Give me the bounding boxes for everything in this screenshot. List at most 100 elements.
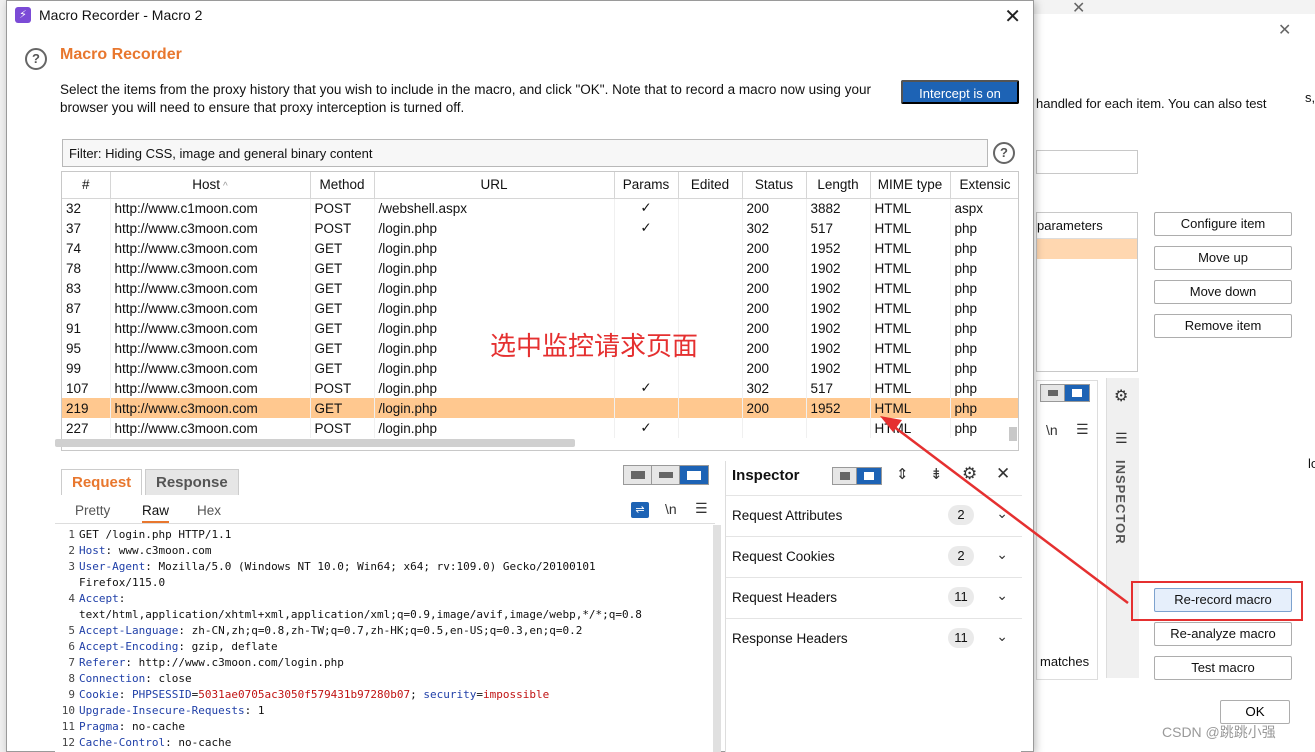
column-header[interactable]: Extensic [950,172,1018,199]
inspector-split-icon[interactable] [833,468,857,484]
inspector-section[interactable]: Request Cookies 2 ⌄ [726,536,1022,576]
column-header[interactable]: Length [806,172,871,199]
chevron-down-icon[interactable]: ⌄ [996,546,1008,563]
column-header[interactable]: # [62,172,111,199]
code-token: : http://www.c3moon.com/login.php [125,656,344,669]
table-row[interactable]: 83 http://www.c3moon.com GET/login.php 200 1… [62,278,1018,298]
menu-icon[interactable]: ☰ [695,500,708,517]
table-row[interactable]: 227 http://www.c3moon.com POST/login.php ✓ H… [62,418,1018,438]
background-input[interactable] [1036,150,1138,174]
expand-icon[interactable]: ⇕ [896,465,909,483]
cell-host: http://www.c3moon.com [110,298,311,318]
filter-bar[interactable]: Filter: Hiding CSS, image and general bi… [62,139,988,167]
table-row[interactable]: 32 http://www.c1moon.com POST/webshell.asp… [62,198,1018,218]
close-icon[interactable]: ✕ [1004,4,1021,29]
intercept-toggle-button[interactable]: Intercept is on [901,80,1019,104]
cell-mime: HTML [870,418,951,438]
move-up-button[interactable]: Move up [1154,246,1292,270]
code-token: Accept-Language [79,624,179,637]
table-row[interactable]: 37 http://www.c3moon.com POST/login.php ✓ 30… [62,218,1018,238]
move-down-button[interactable]: Move down [1154,280,1292,304]
menu-icon[interactable]: ☰ [1115,430,1128,447]
cell-status: 200 [742,238,807,258]
column-header[interactable]: MIME type [870,172,951,199]
line-number: 1 [68,528,75,541]
table-row[interactable]: 219 http://www.c3moon.com GET/login.php 200… [62,398,1018,418]
gear-icon[interactable]: ⚙ [962,464,977,484]
divider [55,523,715,524]
inspector-section-label: Response Headers [732,631,848,646]
chevron-down-icon[interactable]: ⌄ [996,505,1008,522]
subtab-raw[interactable]: Raw [142,503,170,523]
column-header[interactable]: Params [614,172,679,199]
column-header[interactable]: Edited [678,172,743,199]
cell-status: 302 [742,218,807,238]
subtab-pretty[interactable]: Pretty [75,503,110,518]
tab-response[interactable]: Response [145,469,239,495]
inspector-section[interactable]: Request Headers 11 ⌄ [726,577,1022,617]
code-line: 3 User-Agent: Mozilla/5.0 (Windows NT 10.… [55,559,705,575]
close-icon[interactable]: ✕ [996,464,1010,484]
cell-id: 74 [62,238,111,258]
tab-request[interactable]: Request [61,469,143,495]
cell-length: 3882 [806,198,871,218]
re-analyze-macro-button[interactable]: Re-analyze macro [1154,622,1292,646]
line-number: 9 [68,688,75,701]
re-record-macro-button[interactable]: Re-record macro [1154,588,1292,612]
code-token: : 1 [244,704,265,717]
column-header[interactable]: URL [374,172,615,199]
table-row[interactable]: 74 http://www.c3moon.com GET/login.php 200 1… [62,238,1018,258]
inspector-section[interactable]: Response Headers 11 ⌄ [726,618,1022,658]
split-horizontal-icon[interactable] [624,466,652,484]
close-icon[interactable]: ✕ [1278,20,1291,40]
background-view-toggle[interactable] [1040,384,1090,402]
configure-item-button[interactable]: Configure item [1154,212,1292,236]
column-header[interactable]: Status [742,172,807,199]
macro-items-list[interactable]: parameters [1036,212,1138,372]
proxy-history-table[interactable]: # Host ^ Method URL Params Edited Status Length M… [61,171,1019,451]
cell-id: 32 [62,198,111,218]
chevron-down-icon[interactable]: ⌄ [996,628,1008,645]
table-row[interactable]: 107 http://www.c3moon.com POST/login.php ✓ 3… [62,378,1018,398]
macro-item-selected[interactable] [1037,239,1137,259]
cell-mime: HTML [870,398,951,418]
newline-toggle[interactable]: \n [665,501,677,517]
subtab-hex[interactable]: Hex [197,503,221,518]
code-token: Upgrade-Insecure-Requests [79,704,245,717]
inspector-side-label[interactable]: INSPECTOR [1113,460,1128,545]
inspector-dock-icon[interactable] [857,468,881,484]
test-macro-button[interactable]: Test macro [1154,656,1292,680]
code-token: impossible [483,688,550,701]
cell-host: http://www.c1moon.com [110,198,311,218]
gear-icon[interactable]: ⚙ [1114,386,1128,406]
inspector-section[interactable]: Request Attributes 2 ⌄ [726,495,1022,535]
cell-params [614,298,679,318]
column-header[interactable]: Host ^ [110,172,311,199]
line-number: 2 [68,544,75,557]
editor-scrollbar[interactable] [713,525,721,752]
layout-toggle[interactable] [623,465,709,485]
code-line: text/html,application/xhtml+xml,applicat… [55,607,705,623]
split-vertical-icon[interactable] [652,466,680,484]
remove-item-button[interactable]: Remove item [1154,314,1292,338]
cell-mime: HTML [870,238,951,258]
menu-icon[interactable]: ☰ [1076,421,1089,438]
column-header[interactable]: Method [310,172,375,199]
table-row[interactable]: 78 http://www.c3moon.com GET/login.php 200 1… [62,258,1018,278]
vertical-scrollbar[interactable] [1009,427,1017,441]
newline-toggle[interactable]: \n [1046,422,1058,438]
help-icon[interactable]: ? [25,48,47,70]
request-editor[interactable]: 1 GET /login.php HTTP/1.1 2 Host: www.c3moo… [55,527,705,751]
burp-app-icon: ⚡ [15,7,31,23]
collapse-icon[interactable]: ⇟ [930,465,943,483]
code-line: 2 Host: www.c3moon.com [55,543,705,559]
help-icon[interactable]: ? [993,142,1015,164]
inspector-layout-toggle[interactable] [832,467,882,485]
code-line: 4 Accept: [55,591,705,607]
single-view-icon[interactable] [680,466,708,484]
table-row[interactable]: 87 http://www.c3moon.com GET/login.php 200 1… [62,298,1018,318]
wrap-lines-icon[interactable]: ⇌ [631,502,649,518]
chevron-down-icon[interactable]: ⌄ [996,587,1008,604]
ok-button[interactable]: OK [1220,700,1290,724]
horizontal-scrollbar[interactable] [55,439,575,447]
